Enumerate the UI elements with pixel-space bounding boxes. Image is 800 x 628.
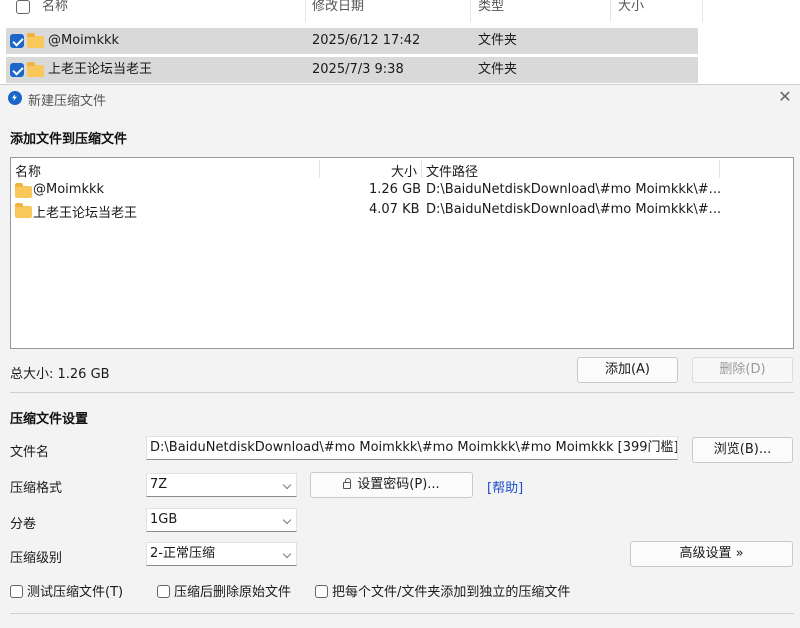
list-item-path: D:\BaiduNetdiskDownload\#mo Moimkkk\#...	[426, 182, 722, 197]
lock-icon	[343, 478, 352, 489]
chevron-down-icon	[282, 480, 292, 490]
separate-archives-label: 把每个文件/文件夹添加到独立的压缩文件	[332, 585, 571, 600]
volume-label: 分卷	[10, 517, 37, 532]
volume-select[interactable]: 1GB	[146, 508, 297, 532]
folder-icon	[15, 203, 32, 218]
bottom-divider	[10, 613, 794, 614]
column-date[interactable]: 修改日期	[312, 0, 364, 20]
delete-after-checkbox[interactable]	[157, 585, 170, 598]
advanced-settings-button[interactable]: 高级设置 »	[630, 541, 793, 567]
row-type: 文件夹	[478, 33, 518, 48]
close-icon[interactable]: ✕	[776, 88, 794, 106]
list-item-size: 1.26 GB	[369, 182, 422, 197]
row-checkbox[interactable]	[10, 34, 24, 48]
folder-icon	[27, 62, 44, 77]
set-password-button[interactable]: 设置密码(P)...	[310, 472, 473, 498]
folder-icon	[27, 33, 44, 48]
format-select[interactable]: 7Z	[146, 473, 297, 497]
row-name: 上老王论坛当老王	[48, 62, 153, 77]
select-all-checkbox[interactable]	[16, 0, 30, 14]
filename-input[interactable]: D:\BaiduNetdiskDownload\#mo Moimkkk\#mo …	[146, 436, 678, 460]
list-item-name: 上老王论坛当老王	[33, 206, 138, 221]
total-size-text: 总大小: 1.26 GB	[10, 367, 110, 382]
option-test-archive[interactable]: 测试压缩文件(T)	[10, 581, 123, 600]
row-checkbox[interactable]	[10, 63, 24, 77]
format-label: 压缩格式	[10, 481, 63, 496]
add-files-section-title: 添加文件到压缩文件	[10, 132, 128, 147]
list-item-path: D:\BaiduNetdiskDownload\#mo Moimkkk\#...	[426, 202, 722, 217]
list-item-name: @Moimkkk	[33, 182, 105, 197]
level-select-value: 2-正常压缩	[150, 546, 215, 561]
row-date: 2025/7/3 9:38	[312, 62, 404, 77]
row-name: @Moimkkk	[48, 33, 120, 48]
delete-after-label: 压缩后删除原始文件	[174, 585, 292, 600]
format-select-value: 7Z	[150, 477, 168, 492]
row-date: 2025/6/12 17:42	[312, 33, 421, 48]
option-separate-archives[interactable]: 把每个文件/文件夹添加到独立的压缩文件	[315, 581, 570, 600]
volume-select-value: 1GB	[150, 512, 178, 527]
chevron-down-icon	[282, 515, 292, 525]
explorer-column-header: 名称 修改日期 类型 大小	[0, 0, 800, 22]
list-column-name[interactable]: 名称	[15, 161, 41, 180]
delete-button[interactable]: 删除(D)	[692, 357, 793, 383]
list-item[interactable]: 上老王论坛当老王 4.07 KB D:\BaiduNetdiskDownload…	[11, 200, 793, 221]
settings-section-title: 压缩文件设置	[10, 412, 89, 427]
list-item[interactable]: @Moimkkk 1.26 GB D:\BaiduNetdiskDownload…	[11, 180, 793, 200]
list-column-size[interactable]: 大小	[391, 161, 417, 180]
help-link[interactable]: [帮助]	[487, 477, 523, 496]
file-list[interactable]: 名称 大小 文件路径 @Moimkkk 1.26 GB D:\BaiduNetd…	[10, 157, 794, 349]
browse-button[interactable]: 浏览(B)...	[692, 437, 793, 463]
list-column-path[interactable]: 文件路径	[426, 161, 478, 180]
explorer-row[interactable]: 上老王论坛当老王 2025/7/3 9:38 文件夹	[6, 57, 698, 83]
dialog-title-bar[interactable]: 新建压缩文件 ✕	[0, 85, 800, 111]
filename-label: 文件名	[10, 445, 50, 460]
list-item-size: 4.07 KB	[369, 202, 420, 217]
explorer-row[interactable]: @Moimkkk 2025/6/12 17:42 文件夹	[6, 28, 698, 54]
folder-icon	[15, 183, 32, 198]
new-archive-dialog: 新建压缩文件 ✕ 添加文件到压缩文件 名称 大小 文件路径 @Moimkkk 1…	[0, 84, 800, 628]
column-type[interactable]: 类型	[478, 0, 504, 20]
add-button[interactable]: 添加(A)	[577, 357, 678, 383]
chevron-down-icon	[282, 549, 292, 559]
column-size[interactable]: 大小	[618, 0, 644, 20]
set-password-label: 设置密码(P)...	[357, 477, 440, 492]
section-divider	[10, 392, 794, 393]
file-list-header: 名称 大小 文件路径	[11, 158, 793, 180]
option-delete-after[interactable]: 压缩后删除原始文件	[157, 581, 291, 600]
test-archive-checkbox[interactable]	[10, 585, 23, 598]
column-name[interactable]: 名称	[42, 0, 68, 20]
app-logo-icon	[8, 91, 22, 105]
level-select[interactable]: 2-正常压缩	[146, 542, 297, 566]
row-type: 文件夹	[478, 62, 518, 77]
level-label: 压缩级别	[10, 551, 63, 566]
separate-archives-checkbox[interactable]	[315, 585, 328, 598]
test-archive-label: 测试压缩文件(T)	[27, 585, 124, 600]
file-explorer-background: 名称 修改日期 类型 大小 @Moimkkk 2025/6/12 17:42 文…	[0, 0, 800, 84]
dialog-title: 新建压缩文件	[28, 94, 107, 109]
